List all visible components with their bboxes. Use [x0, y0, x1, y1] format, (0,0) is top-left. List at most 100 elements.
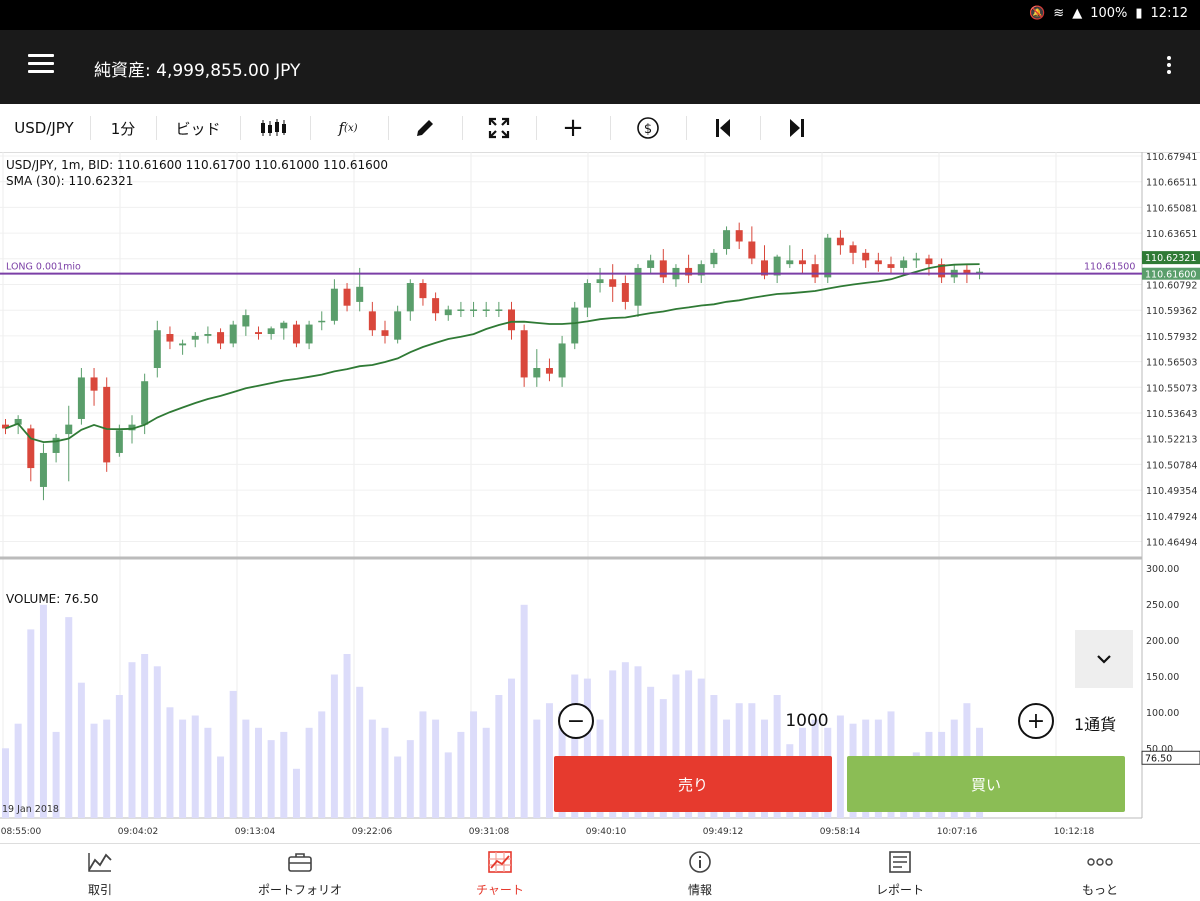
- candle-body: [229, 324, 237, 344]
- time-axis-label: 08:55:00: [1, 827, 42, 837]
- candle-body: [482, 309, 490, 311]
- volume-bar: [343, 654, 351, 818]
- crosshair-icon[interactable]: +: [538, 104, 608, 152]
- page-title: 純資産: 4,999,855.00 JPY: [94, 61, 301, 81]
- collapse-panel-button[interactable]: [1075, 630, 1133, 688]
- time-axis-label: 10:07:16: [937, 827, 978, 837]
- volume-value-tag-text: 76.50: [1145, 753, 1172, 764]
- decrease-quantity-button[interactable]: −: [558, 703, 594, 739]
- volume-bar: [330, 674, 338, 818]
- volume-bar: [495, 695, 503, 818]
- symbol-selector[interactable]: USD/JPY: [0, 104, 88, 152]
- buy-button[interactable]: 買い: [847, 756, 1125, 812]
- candle-body: [583, 283, 591, 308]
- price-axis-label: 110.59362: [1146, 306, 1197, 317]
- volume-bar: [255, 727, 262, 818]
- timeframe-selector[interactable]: 1分: [92, 104, 154, 152]
- menu-icon[interactable]: [28, 54, 54, 74]
- chevron-down-icon: [1097, 655, 1111, 664]
- candle-body: [179, 343, 187, 346]
- volume-axis-label: 100.00: [1146, 708, 1179, 719]
- price-axis-label: 110.65081: [1146, 203, 1197, 214]
- candle-body: [343, 288, 351, 306]
- quantity-value[interactable]: 1000: [760, 711, 854, 731]
- long-position-label: LONG 0.001mio: [6, 262, 81, 273]
- volume-bar: [267, 740, 275, 818]
- candle-body: [217, 332, 225, 344]
- nav-more-label: もっと: [1081, 883, 1118, 897]
- report-icon: [889, 851, 911, 873]
- candlestick-icon[interactable]: [242, 104, 304, 152]
- price-type-selector[interactable]: ビッド: [158, 104, 238, 152]
- nav-more[interactable]: もっと: [1000, 844, 1200, 901]
- candle-body: [621, 283, 629, 302]
- chart-area[interactable]: 08:55:00 09:04:02 09:13:04 09:22:06 09:31:08…: [0, 152, 1200, 840]
- volume-bar: [356, 686, 364, 818]
- clock: 12:12: [1150, 6, 1188, 21]
- volume-bar: [128, 662, 136, 818]
- candle-body: [65, 424, 73, 435]
- nav-portfolio[interactable]: ポートフォリオ: [200, 844, 400, 901]
- volume-bar: [229, 690, 237, 818]
- candle-body: [925, 258, 933, 265]
- sell-button[interactable]: 売り: [554, 756, 832, 812]
- volume-bar: [419, 711, 427, 818]
- price-axis-label: 110.52213: [1146, 435, 1197, 446]
- position-price-label: 110.61500: [1084, 262, 1135, 273]
- volume-bar: [39, 604, 47, 818]
- candle-body: [824, 237, 832, 278]
- volume-axis-label: 300.00: [1146, 564, 1179, 575]
- status-icons: 🔕 ≋ ▲ 100% ▮ 12:12: [1029, 6, 1188, 21]
- dollar-clock-icon[interactable]: $: [612, 104, 684, 152]
- nav-trade[interactable]: 取引: [0, 844, 200, 901]
- candle-body: [432, 298, 440, 314]
- candle-body: [204, 334, 212, 336]
- candle-body: [862, 252, 870, 261]
- price-axis-label: 110.55073: [1146, 383, 1197, 394]
- skip-forward-icon[interactable]: [762, 104, 832, 152]
- candle-body: [255, 332, 262, 335]
- candle-body: [419, 283, 427, 299]
- volume-bar: [305, 727, 313, 818]
- nav-chart[interactable]: チャート: [400, 844, 600, 901]
- volume-bar: [27, 629, 35, 818]
- sma-info-line: SMA (30): 110.62321: [6, 174, 134, 188]
- candle-body: [166, 334, 174, 342]
- candle-body: [735, 230, 743, 242]
- nav-report[interactable]: レポート: [800, 844, 1000, 901]
- candle-body: [659, 260, 667, 278]
- volume-bar: [90, 723, 98, 818]
- increase-quantity-button[interactable]: +: [1018, 703, 1054, 739]
- info-icon: [689, 851, 711, 873]
- candle-body: [280, 322, 288, 329]
- volume-bar: [179, 719, 187, 818]
- volume-bar: [115, 695, 123, 818]
- pencil-icon[interactable]: [390, 104, 460, 152]
- candle-body: [153, 330, 161, 368]
- function-icon[interactable]: f (x): [312, 104, 384, 152]
- volume-bar: [217, 756, 225, 818]
- candle-body: [558, 343, 566, 378]
- candle-body: [394, 311, 402, 340]
- nav-info[interactable]: 情報: [600, 844, 800, 901]
- volume-axis-label: 150.00: [1146, 672, 1179, 683]
- overflow-menu-icon[interactable]: [1166, 56, 1172, 78]
- fullscreen-icon[interactable]: [464, 104, 534, 152]
- price-axis-label: 110.50784: [1146, 460, 1197, 471]
- mute-icon: 🔕: [1029, 6, 1046, 21]
- date-label: 19 Jan 2018: [2, 804, 59, 815]
- sma-price-tag-text: 110.62321: [1145, 253, 1196, 264]
- candle-body: [710, 252, 718, 265]
- price-axis-label: 110.63651: [1146, 229, 1197, 240]
- price-chart[interactable]: 08:55:00 09:04:02 09:13:04 09:22:06 09:31:08…: [0, 152, 1200, 840]
- skip-back-icon[interactable]: [688, 104, 758, 152]
- time-axis-label: 09:58:14: [820, 827, 861, 837]
- volume-bar: [65, 617, 73, 818]
- volume-axis-label: 250.00: [1146, 600, 1179, 611]
- candle-body: [912, 258, 920, 261]
- volume-bar: [141, 654, 149, 818]
- volume-bar: [444, 752, 452, 818]
- candle-body: [444, 309, 452, 316]
- time-axis-label: 10:12:18: [1054, 827, 1095, 837]
- volume-bar: [470, 711, 478, 818]
